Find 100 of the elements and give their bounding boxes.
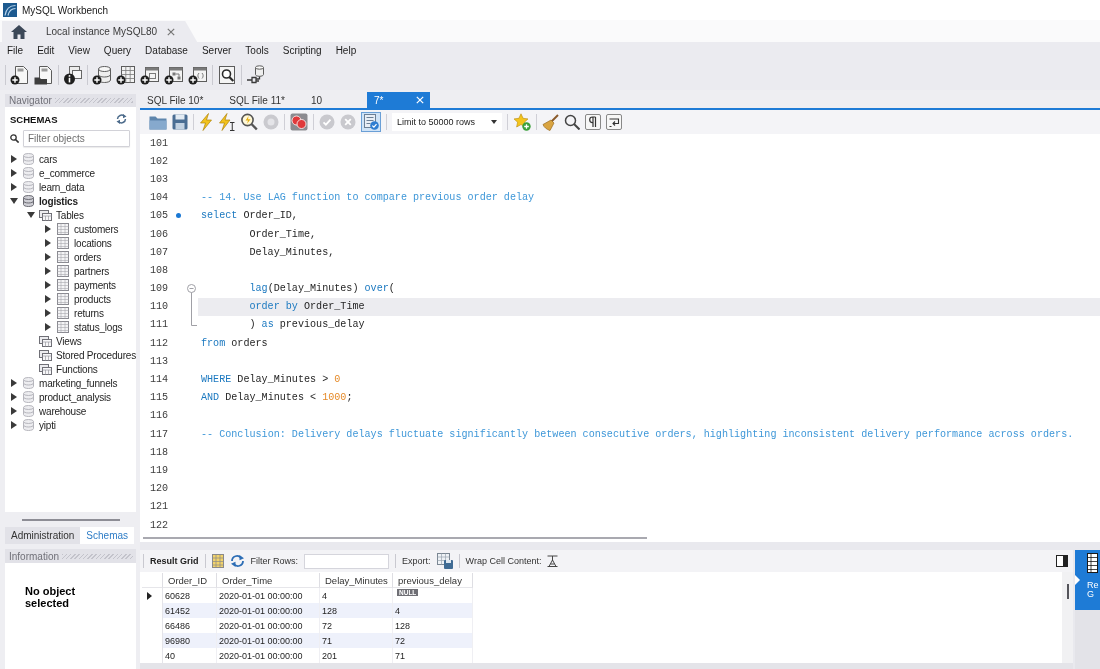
panel-tab[interactable]: Administration: [5, 527, 81, 544]
caret-down-icon[interactable]: [27, 212, 35, 218]
schema-item[interactable]: learn_data: [39, 181, 85, 193]
editor-tab[interactable]: 10: [303, 92, 367, 108]
table-item[interactable]: products: [74, 293, 111, 305]
menu-item[interactable]: Server: [194, 43, 239, 59]
caret-right-icon[interactable]: [45, 225, 51, 233]
column-header[interactable]: Order_Time: [217, 573, 320, 588]
menu-item[interactable]: File: [0, 43, 31, 59]
table-item[interactable]: partners: [74, 265, 110, 277]
caret-right-icon[interactable]: [11, 393, 17, 401]
fold-toggle-icon[interactable]: [186, 283, 196, 298]
panel-toggle-icon[interactable]: [1056, 555, 1068, 567]
database-plus-icon[interactable]: [92, 65, 112, 85]
menu-item[interactable]: Help: [328, 43, 364, 59]
table-item[interactable]: payments: [74, 279, 116, 291]
filter-field[interactable]: Filter objects: [23, 130, 130, 147]
editor-tab[interactable]: 7*: [366, 92, 430, 108]
schema-item[interactable]: logistics: [39, 195, 78, 207]
caret-right-icon[interactable]: [11, 421, 17, 429]
column-header[interactable]: previous_delay: [393, 573, 473, 588]
menu-item[interactable]: Scripting: [275, 43, 329, 59]
caret-right-icon[interactable]: [45, 267, 51, 275]
schema-item[interactable]: product_analysis: [39, 391, 111, 403]
search-icon[interactable]: [564, 114, 580, 130]
save-icon[interactable]: [172, 114, 188, 130]
caret-right-icon[interactable]: [45, 239, 51, 247]
window-brackets-plus-icon[interactable]: [188, 65, 208, 85]
row-limit-dropdown[interactable]: Limit to 50000 rows: [392, 113, 502, 131]
table-item[interactable]: returns: [74, 307, 104, 319]
database-plug-icon[interactable]: [246, 65, 266, 85]
menu-item[interactable]: View: [61, 43, 97, 59]
caret-right-icon[interactable]: [45, 281, 51, 289]
grid-save-icon[interactable]: [436, 553, 453, 569]
connection-tab[interactable]: Local instance MySQL80: [36, 21, 198, 42]
star-plus-icon[interactable]: [513, 113, 531, 131]
caret-right-icon[interactable]: [11, 407, 17, 415]
window-plus-icon[interactable]: [140, 65, 160, 85]
text-wrap-icon[interactable]: [606, 114, 622, 130]
lightning-cursor-icon[interactable]: [218, 113, 235, 131]
table-item[interactable]: status_logs: [74, 321, 123, 333]
folder-item[interactable]: Tables: [56, 209, 84, 221]
schema-item[interactable]: yipti: [39, 419, 56, 431]
refresh-icon[interactable]: [116, 114, 127, 124]
broom-icon[interactable]: [542, 113, 559, 131]
panel-tab[interactable]: Schemas: [80, 527, 135, 544]
pilcrow-icon[interactable]: [585, 114, 601, 130]
schema-item[interactable]: e_commerce: [39, 167, 95, 179]
line-number: 112: [150, 337, 169, 349]
info-badge-icon[interactable]: [63, 65, 83, 85]
schema-item[interactable]: cars: [39, 153, 58, 165]
code-line: -- Conclusion: Delivery delays fluctuate significantly between consecutive orders, highlighting inconsistent delivery performance across orders.: [201, 428, 1074, 440]
column-header[interactable]: Delay_Minutes: [320, 573, 393, 588]
line-number: 116: [150, 410, 169, 422]
caret-down-icon[interactable]: [10, 198, 18, 204]
schema-item[interactable]: warehouse: [39, 405, 87, 417]
menu-item[interactable]: Tools: [238, 43, 276, 59]
folder-item[interactable]: Functions: [56, 363, 98, 375]
editor-tab[interactable]: SQL File 10*: [140, 92, 223, 108]
text-wrap-icon[interactable]: [547, 555, 559, 567]
table-cell: 4: [393, 603, 473, 618]
menu-item[interactable]: Database: [138, 43, 195, 59]
document-search-icon[interactable]: [217, 65, 237, 85]
caret-right-icon[interactable]: [11, 155, 17, 163]
result-grid-side-tab[interactable]: Re G: [1075, 550, 1100, 610]
menu-item[interactable]: Edit: [30, 43, 62, 59]
database-icon: [23, 377, 34, 389]
folder-item[interactable]: Views: [56, 335, 82, 347]
menu-item[interactable]: Query: [96, 43, 139, 59]
table-item[interactable]: orders: [74, 251, 102, 263]
table-item[interactable]: customers: [74, 223, 119, 235]
home-icon[interactable]: [11, 24, 27, 39]
editor-tab[interactable]: SQL File 11*: [222, 92, 304, 108]
folder-item[interactable]: Stored Procedures: [56, 349, 136, 361]
refresh-icon[interactable]: [229, 555, 245, 567]
column-header[interactable]: Order_ID: [163, 573, 217, 588]
caret-right-icon[interactable]: [11, 379, 17, 387]
document-folder-icon[interactable]: [34, 65, 54, 85]
schema-item[interactable]: marketing_funnels: [39, 377, 118, 389]
caret-right-icon[interactable]: [11, 169, 17, 177]
grid-icon[interactable]: [211, 554, 224, 568]
caret-right-icon[interactable]: [45, 309, 51, 317]
caret-right-icon[interactable]: [45, 295, 51, 303]
magnifier-lightning-icon[interactable]: [240, 113, 258, 131]
scrollbar-thumb[interactable]: [143, 537, 647, 539]
scrollbar-thumb[interactable]: [1066, 584, 1069, 599]
logo-icon: [3, 3, 17, 17]
code-line: Order_Time,: [249, 228, 317, 240]
caret-right-icon[interactable]: [11, 183, 17, 191]
close-icon[interactable]: [167, 27, 176, 36]
diagram-plus-icon[interactable]: [164, 65, 184, 85]
document-plus-icon[interactable]: [10, 65, 30, 85]
filter-rows-field[interactable]: [304, 553, 390, 569]
overlapping-circles-icon[interactable]: [290, 113, 308, 131]
caret-right-icon[interactable]: [45, 323, 51, 331]
caret-right-icon[interactable]: [45, 253, 51, 261]
auto-commit-toggle[interactable]: [361, 112, 381, 132]
table-item[interactable]: locations: [74, 237, 112, 249]
folder-icon[interactable]: [149, 114, 167, 130]
table-plus-icon[interactable]: [116, 65, 136, 85]
